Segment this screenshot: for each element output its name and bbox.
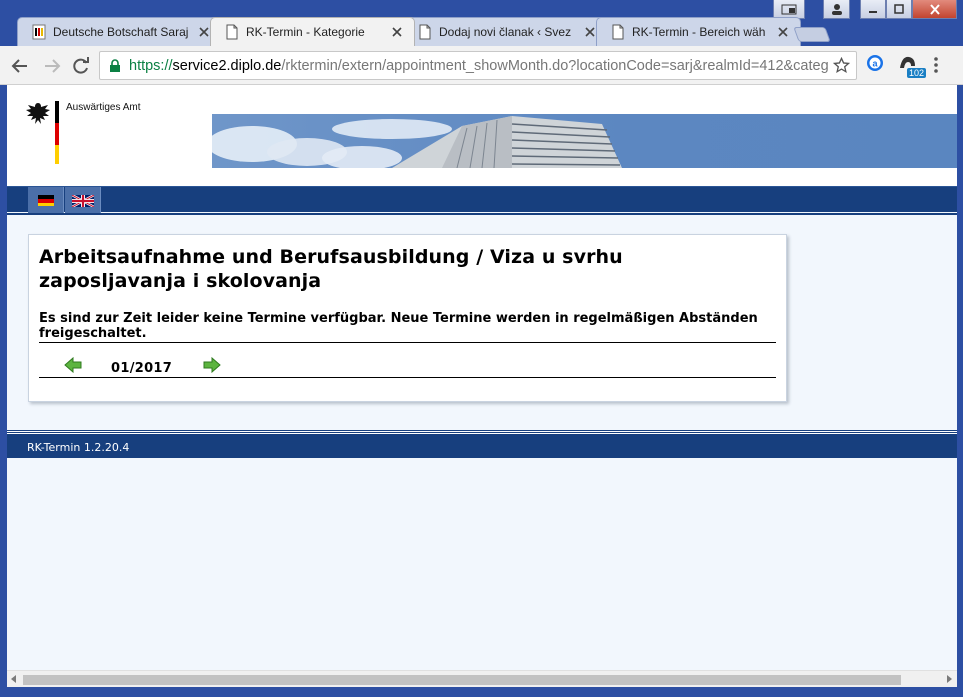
building-photo-banner <box>212 114 957 168</box>
arrow-back-icon <box>11 59 27 73</box>
address-bar[interactable]: https://service2.diplo.de/rktermin/exter… <box>99 51 857 80</box>
close-tab-icon[interactable] <box>776 25 790 39</box>
tab-title: Deutsche Botschaft Saraj <box>53 25 189 39</box>
arrow-left-icon[interactable] <box>64 357 82 373</box>
url-text: https://service2.diplo.de/rktermin/exter… <box>129 58 829 74</box>
arrow-right-icon[interactable] <box>203 357 221 373</box>
new-tab-button[interactable] <box>793 27 831 42</box>
tab-title: Dodaj novi članak ‹ Svez <box>439 25 572 39</box>
scroll-left-arrow-icon[interactable] <box>11 675 16 683</box>
category-title: Arbeitsaufnahme und Berufsausbildung / V… <box>39 246 623 292</box>
url-scheme: https:// <box>129 57 173 74</box>
navbar-divider <box>7 213 957 215</box>
page-icon <box>612 24 624 40</box>
tab-rk-termin-bereich[interactable]: RK-Termin - Bereich wäh <box>596 17 801 46</box>
scroll-right-arrow-icon[interactable] <box>947 675 952 683</box>
ministry-name: Auswärtiges Amt <box>66 102 141 113</box>
tab-title: RK-Termin - Bereich wäh <box>632 25 766 39</box>
month-navigation: 01/2017 <box>39 343 776 377</box>
extension-a-icon: a <box>867 55 883 71</box>
scrollbar-thumb[interactable] <box>23 675 901 685</box>
no-appointments-notice: Es sind zur Zeit leider keine Termine ve… <box>39 311 758 341</box>
back-button[interactable] <box>9 55 31 77</box>
minimize-button[interactable] <box>860 0 886 19</box>
user-button[interactable] <box>823 0 850 19</box>
reload-icon <box>73 57 89 74</box>
language-en-button[interactable] <box>65 187 101 214</box>
site-header: Auswärtiges Amt <box>7 85 957 186</box>
page-icon <box>226 24 238 40</box>
close-tab-icon[interactable] <box>197 25 211 39</box>
arrow-forward-icon <box>45 59 61 73</box>
language-de-button[interactable] <box>28 187 64 214</box>
reload-button[interactable] <box>70 55 92 77</box>
url-host: service2.diplo.de <box>172 57 282 74</box>
page-viewport: Auswärtiges Amt Arbeitsaufnahme und Beru… <box>7 85 957 670</box>
minimize-icon <box>869 11 877 13</box>
window-frame-bottom <box>0 687 963 697</box>
tab-title: RK-Termin - Kategorie <box>246 25 365 39</box>
bookmark-star-icon[interactable] <box>833 57 850 74</box>
divider <box>39 377 776 378</box>
page-icon <box>419 24 431 40</box>
close-tab-icon[interactable] <box>583 25 597 39</box>
extension-a-button[interactable]: a <box>866 54 884 76</box>
window-frame-left <box>0 85 7 697</box>
kebab-menu-icon <box>934 57 938 73</box>
uk-flag-icon <box>71 194 94 207</box>
close-icon <box>929 3 940 15</box>
browser-toolbar: https://service2.diplo.de/rktermin/exter… <box>0 46 963 85</box>
extension-badge: 102 <box>907 68 927 78</box>
version-label: RK-Termin 1.2.20.4 <box>27 441 130 454</box>
forward-button[interactable] <box>41 55 63 77</box>
window-mode-icon <box>781 4 797 14</box>
embassy-favicon <box>32 24 46 40</box>
language-navbar <box>7 186 957 214</box>
maximize-button[interactable] <box>886 0 912 19</box>
site-footer: RK-Termin 1.2.20.4 <box>7 431 957 458</box>
user-icon <box>831 4 842 15</box>
window-frame-right <box>957 85 963 697</box>
horizontal-scrollbar[interactable] <box>7 670 957 687</box>
extension-counter-button[interactable]: 102 <box>898 54 927 78</box>
url-path: /rktermin/extern/appointment_showMonth.d… <box>281 57 829 74</box>
lock-icon <box>110 59 120 72</box>
close-window-button[interactable] <box>912 0 957 19</box>
german-flag-icon <box>37 195 54 206</box>
current-month: 01/2017 <box>111 361 173 376</box>
tab-dodaj-novi-clanak[interactable]: Dodaj novi članak ‹ Svez <box>403 17 608 46</box>
tab-deutsche-botschaft[interactable]: Deutsche Botschaft Saraj <box>17 17 222 46</box>
chrome-menu-button[interactable] <box>932 56 940 78</box>
close-tab-icon[interactable] <box>390 25 404 39</box>
maximize-icon <box>894 4 904 14</box>
tab-rk-termin-kategorie[interactable]: RK-Termin - Kategorie <box>210 17 415 46</box>
appointment-card: Arbeitsaufnahme und Berufsausbildung / V… <box>28 234 787 402</box>
